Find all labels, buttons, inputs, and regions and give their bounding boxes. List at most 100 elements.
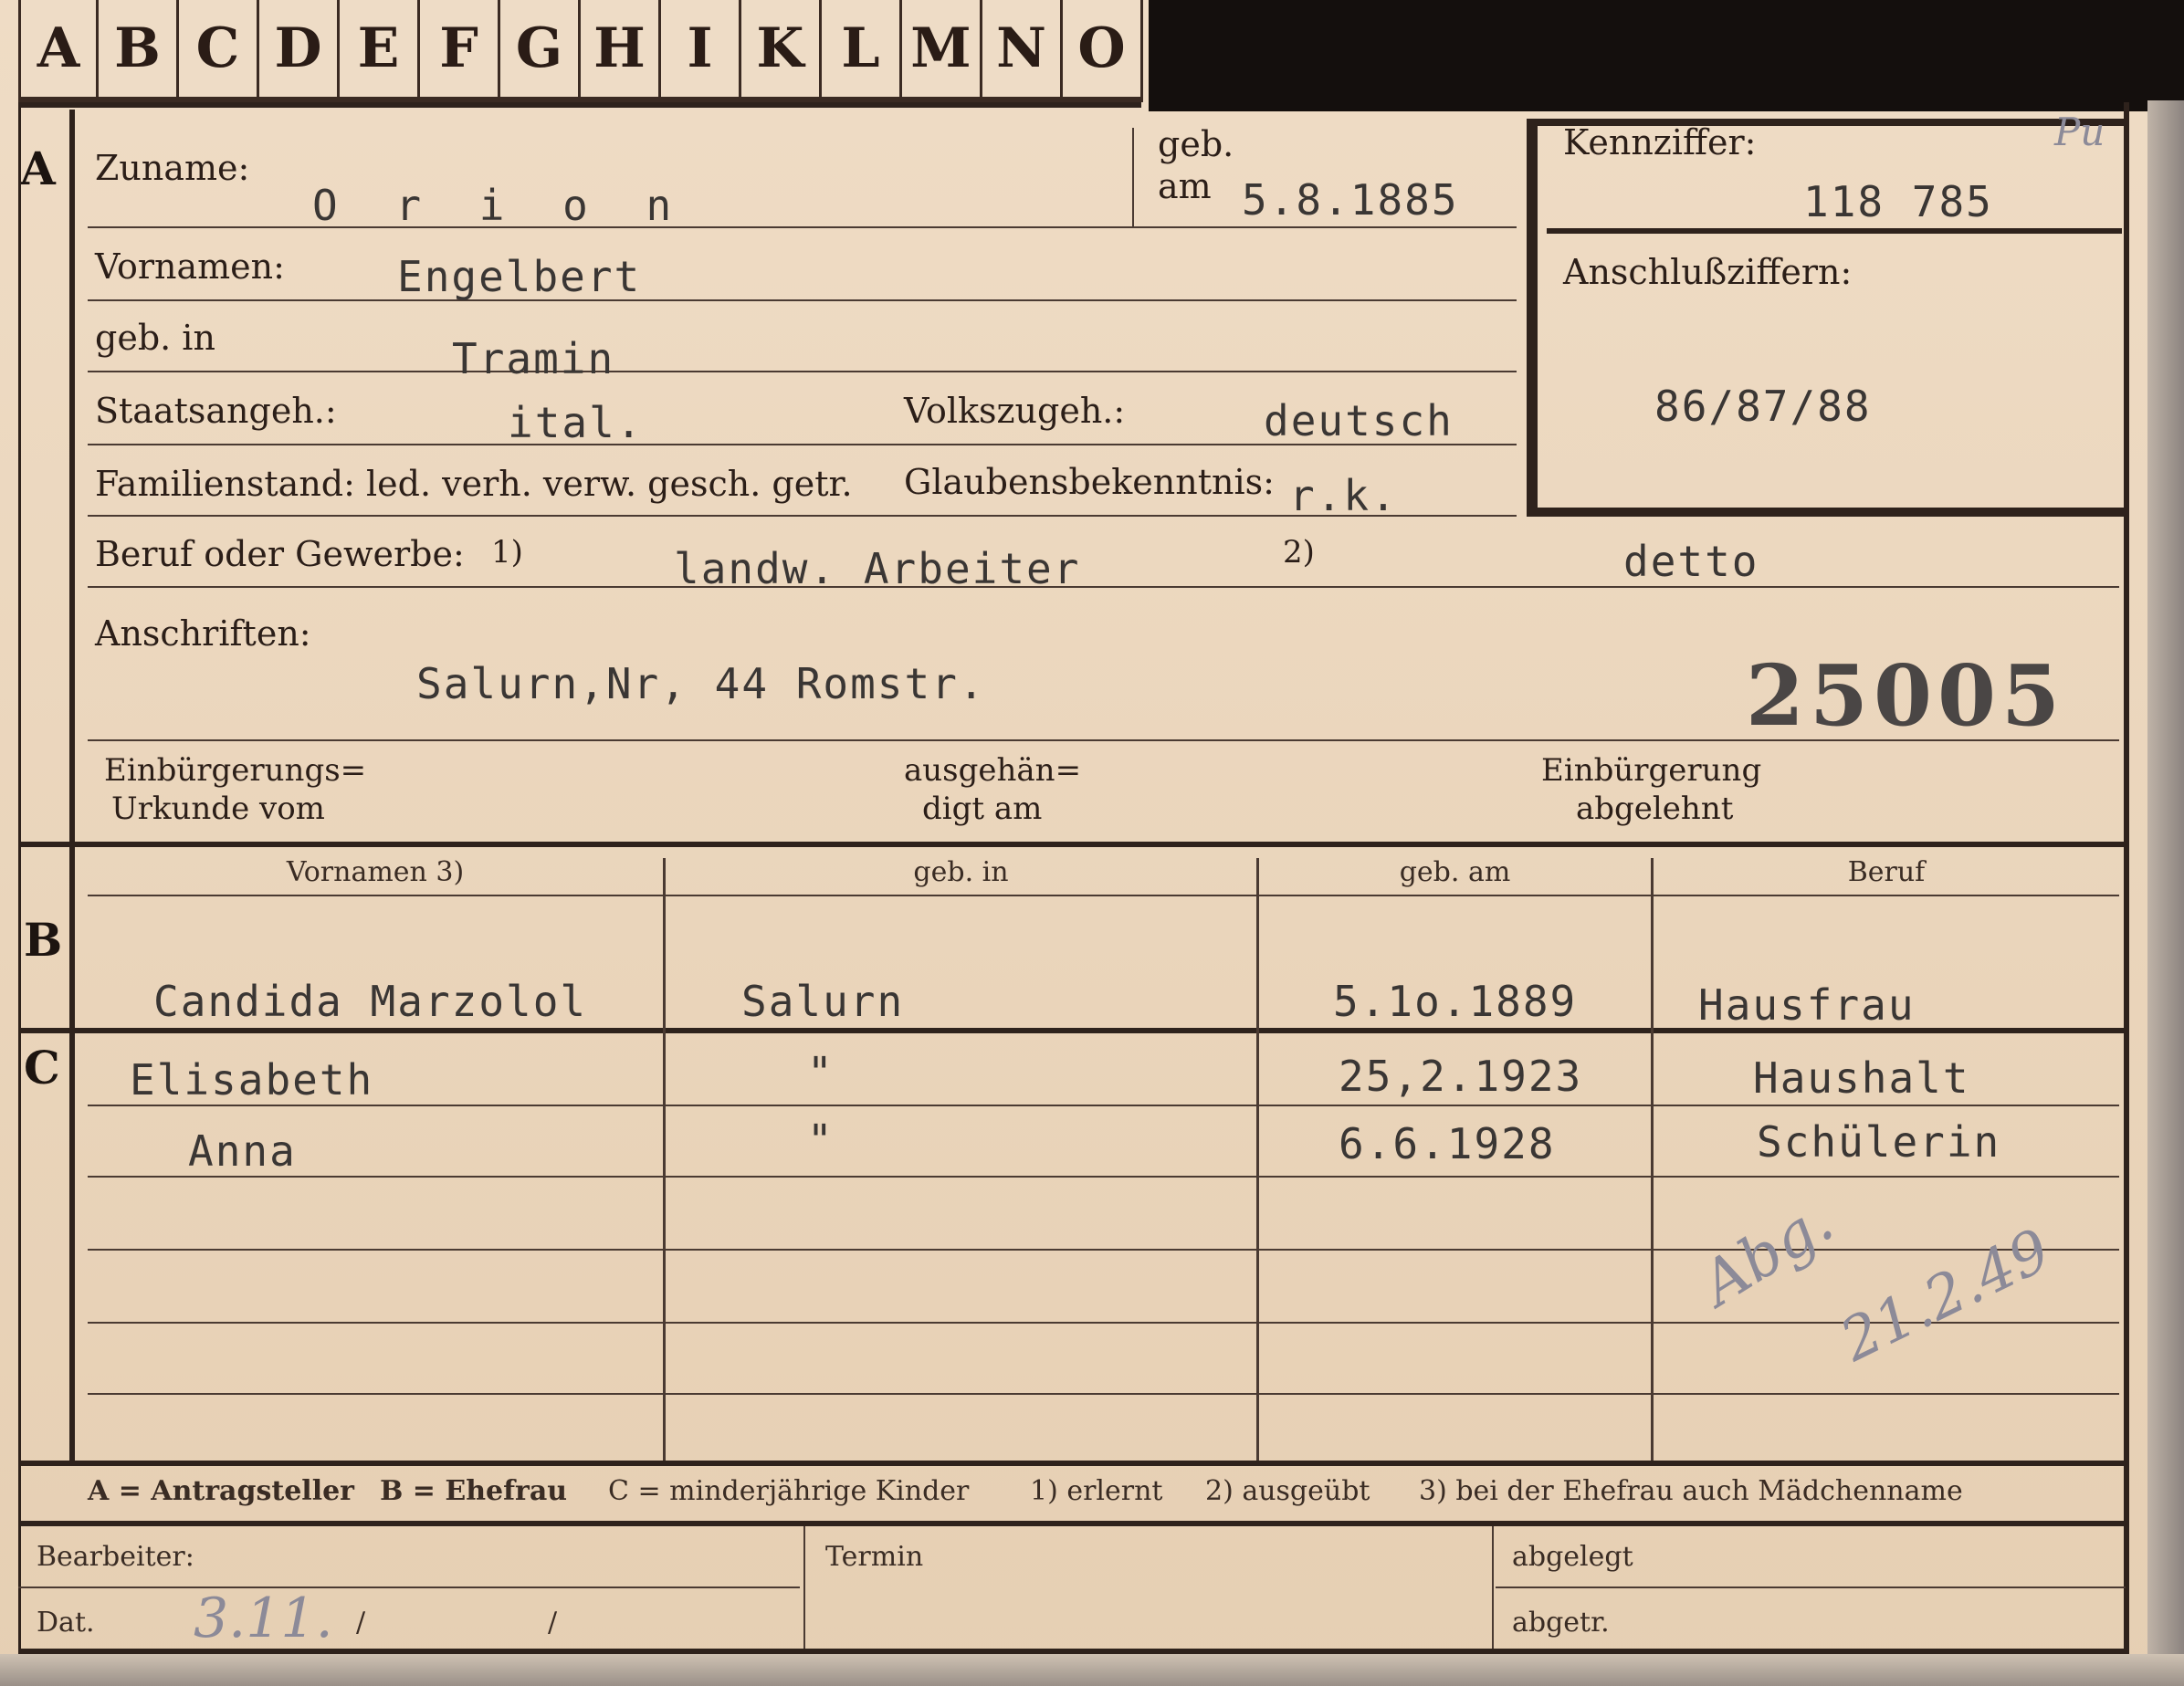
tab-l[interactable]: L — [822, 0, 902, 102]
tab-b[interactable]: B — [99, 0, 179, 102]
anschluss-label: Anschlußziffern: — [1563, 252, 1853, 292]
anschluss-value: 86/87/88 — [1654, 382, 1872, 431]
geb-label: geb. — [1158, 124, 1234, 164]
abgelegt-label: abgelegt — [1512, 1541, 1633, 1573]
child-1-beruf: Haushalt — [1753, 1053, 1970, 1103]
registration-card: ABCDEFGHIKLMNO A B C Zuname: O r i o n g… — [0, 0, 2184, 1686]
dat-label: Dat. — [37, 1607, 95, 1639]
volks-label: Volkszugeh.: — [904, 391, 1126, 431]
rule-zuname — [88, 226, 1517, 228]
section-letter-b: B — [24, 913, 63, 967]
child-2-beruf: Schülerin — [1757, 1117, 2001, 1167]
staats-label: Staatsangeh.: — [95, 391, 337, 431]
kennziffer-divider — [1547, 228, 2122, 234]
tab-o[interactable]: O — [1063, 0, 1143, 102]
child-2-geb-am: 6.6.1928 — [1339, 1119, 1556, 1168]
card-edge-bottom — [0, 1654, 2184, 1686]
beruf-note-1: 1) — [491, 534, 523, 571]
rule-vornamen — [88, 299, 1517, 301]
tab-d[interactable]: D — [259, 0, 340, 102]
legend-b: B = Ehefrau — [380, 1475, 568, 1507]
handwritten-note-2: 21.2.49 — [1831, 1216, 2061, 1376]
einb-urkunde-label-2: Urkunde vom — [111, 791, 325, 827]
dat-slash-1: / — [356, 1607, 366, 1639]
tab-e[interactable]: E — [340, 0, 420, 102]
legend-note-2: 2) ausgeübt — [1205, 1475, 1370, 1507]
tab-a[interactable]: A — [18, 0, 99, 102]
rule-geb-divider — [1132, 128, 1134, 226]
tab-g[interactable]: G — [500, 0, 581, 102]
tab-m[interactable]: M — [902, 0, 982, 102]
termin-label: Termin — [825, 1541, 924, 1573]
tab-h[interactable]: H — [581, 0, 661, 102]
geb-am-value: 5.8.1885 — [1242, 175, 1459, 225]
section-divider-vertical — [69, 110, 75, 1461]
beruf-note-2: 2) — [1283, 534, 1315, 571]
kennziffer-box-left — [1527, 119, 1538, 517]
tab-i[interactable]: I — [661, 0, 741, 102]
tab-f[interactable]: F — [420, 0, 500, 102]
kennziffer-label: Kennziffer: — [1563, 122, 1757, 162]
col-divider-2 — [1256, 858, 1259, 1461]
tab-n[interactable]: N — [982, 0, 1063, 102]
beruf-value-2: detto — [1623, 537, 1759, 586]
legend-note-3: 3) bei der Ehefrau auch Mädchenname — [1419, 1475, 1963, 1507]
rule-c-5 — [88, 1393, 2119, 1395]
glaubens-label: Glaubensbekenntnis: — [904, 462, 1275, 502]
rule-beruf — [88, 586, 2119, 588]
child-1-geb-in: " — [807, 1048, 835, 1097]
abgetr-label: abgetr. — [1512, 1607, 1610, 1639]
rule-c-2 — [88, 1176, 2119, 1178]
zuname-value: O r i o n — [312, 181, 688, 230]
tab-c[interactable]: C — [179, 0, 259, 102]
card-edge-right — [2147, 100, 2184, 1686]
legend-note-1: 1) erlernt — [1030, 1475, 1163, 1507]
rule-footer-bottom — [18, 1649, 2129, 1654]
child-1-vornamen: Elisabeth — [130, 1055, 374, 1105]
frame-top — [18, 102, 1141, 108]
ausgeh-label-2: digt am — [922, 791, 1043, 827]
rule-c-4 — [88, 1322, 2119, 1324]
familien-label: Familienstand: led. verh. verw. gesch. g… — [95, 464, 853, 504]
staats-value: ital. — [508, 398, 644, 447]
kennziffer-box-bottom — [1527, 508, 2129, 517]
kennziffer-value: 118 785 — [1803, 177, 1993, 226]
rule-geb-in — [88, 371, 1517, 372]
legend-c: C = minderjährige Kinder — [608, 1475, 970, 1507]
volks-value: deutsch — [1264, 396, 1454, 445]
beruf-label: Beruf oder Gewerbe: — [95, 534, 465, 574]
frame-right — [2124, 102, 2129, 1654]
dat-handwritten: 3.11. — [194, 1587, 333, 1650]
rule-legend-end — [18, 1521, 2129, 1526]
glaubens-value: r.k. — [1289, 471, 1398, 520]
file-number: 25005 — [1746, 646, 2066, 745]
header-geb-am: geb. am — [1399, 856, 1511, 888]
spouse-geb-am: 5.1o.1889 — [1333, 977, 1578, 1026]
header-beruf: Beruf — [1847, 856, 1926, 888]
spouse-beruf: Hausfrau — [1698, 980, 1916, 1030]
footer-divider-1 — [803, 1526, 805, 1654]
col-divider-1 — [663, 858, 666, 1461]
einb-abgelehnt-label-2: abgelehnt — [1576, 791, 1734, 827]
geb-in-label: geb. in — [95, 318, 215, 358]
rule-c-1 — [88, 1105, 2119, 1106]
col-divider-3 — [1651, 858, 1654, 1461]
background-corner — [1149, 0, 2184, 111]
tab-k[interactable]: K — [741, 0, 822, 102]
handwritten-note-1: Abg. — [1689, 1185, 1845, 1320]
child-2-geb-in: " — [807, 1115, 835, 1165]
frame-left — [18, 102, 21, 1654]
einb-urkunde-label-1: Einbürgerungs= — [104, 752, 367, 789]
vornamen-value: Engelbert — [397, 252, 642, 301]
section-letter-a: A — [20, 141, 56, 195]
rule-section-c-end — [18, 1461, 2129, 1466]
anschriften-value: Salurn,Nr, 44 Romstr. — [416, 659, 986, 708]
legend-a: A = Antragsteller — [88, 1475, 354, 1507]
am-label: am — [1158, 166, 1212, 206]
rule-header — [88, 895, 2119, 896]
bearbeiter-label: Bearbeiter: — [37, 1541, 194, 1573]
child-1-geb-am: 25,2.1923 — [1339, 1052, 1583, 1101]
einb-abgelehnt-label-1: Einbürgerung — [1541, 752, 1762, 789]
footer-divider-2 — [1492, 1526, 1494, 1654]
geb-in-value: Tramin — [452, 334, 615, 383]
